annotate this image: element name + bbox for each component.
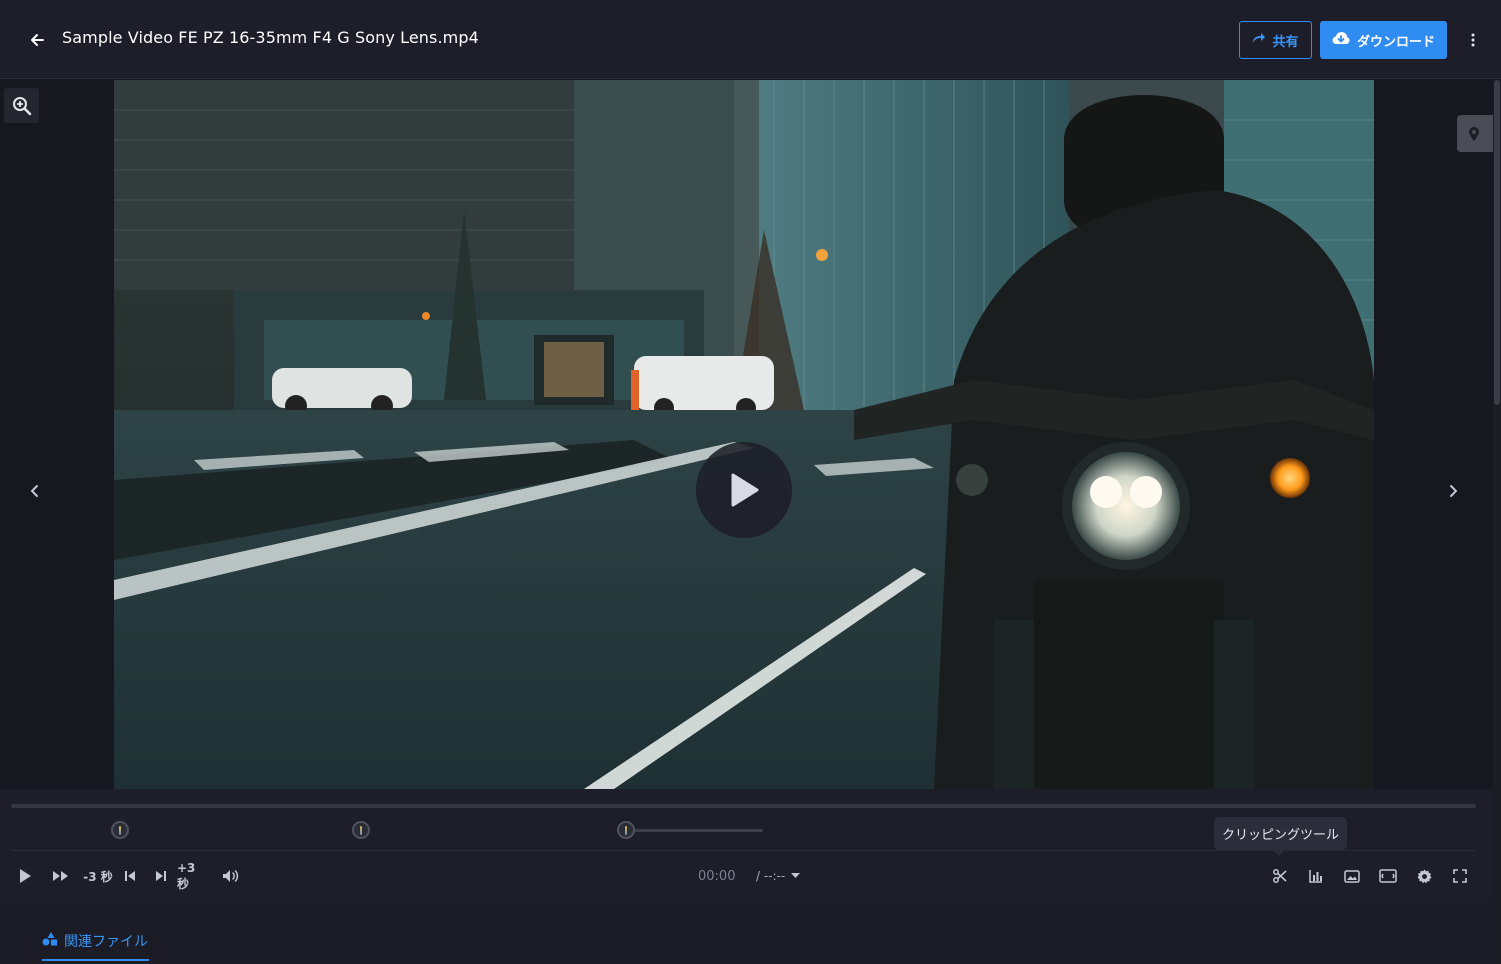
clipping-tool-tooltip: クリッピングツール <box>1214 817 1347 856</box>
chevron-right-icon[interactable] <box>1444 480 1462 502</box>
current-time: 00:00 <box>698 869 736 884</box>
image-icon <box>1344 869 1360 883</box>
time-display-toggle[interactable]: / --:-- <box>756 869 801 883</box>
controls-divider <box>11 850 1476 851</box>
download-label: ダウンロード <box>1356 34 1435 50</box>
seek-bar[interactable] <box>11 804 1476 808</box>
fullscreen-icon <box>1453 869 1467 883</box>
skip-previous-button[interactable] <box>122 866 138 886</box>
settings-icon <box>1416 868 1432 883</box>
thumbnail-marker[interactable] <box>111 821 129 839</box>
thumbnail-marker[interactable] <box>352 821 370 839</box>
big-play-button[interactable] <box>696 442 792 538</box>
fast-forward-icon <box>53 871 68 881</box>
tab-related-files[interactable]: 関連ファイル <box>42 931 149 961</box>
skip-forward-3s-button[interactable]: +3 秒 <box>177 861 211 891</box>
share-button[interactable]: 共有 <box>1239 21 1312 59</box>
bottom-panel: 関連ファイル <box>0 898 1493 964</box>
clipping-tool-button[interactable] <box>1271 866 1289 886</box>
play-icon <box>20 869 31 883</box>
volume-icon <box>223 870 239 882</box>
aspect-ratio-icon <box>1379 869 1397 883</box>
snapshot-button[interactable] <box>1342 866 1362 886</box>
player-controls: クリッピングツール -3 秒 +3 秒 00:00 / --:-- <box>0 789 1493 898</box>
skip-next-button[interactable] <box>153 866 169 886</box>
cloud-download-icon <box>1332 31 1350 49</box>
play-button[interactable] <box>16 866 34 886</box>
total-time: / --:-- <box>756 869 786 883</box>
fast-forward-button[interactable] <box>51 866 71 886</box>
caret-down-icon <box>791 873 801 878</box>
tab-related-files-label: 関連ファイル <box>64 934 148 950</box>
skip-previous-icon <box>125 871 135 881</box>
chevron-left-icon[interactable] <box>26 480 44 502</box>
top-bar: Sample Video FE PZ 16-35mm F4 G Sony Len… <box>0 0 1501 79</box>
download-button[interactable]: ダウンロード <box>1320 21 1447 59</box>
skip-next-icon <box>156 871 166 881</box>
skip-back-3s-button[interactable]: -3 秒 <box>82 866 114 886</box>
share-label: 共有 <box>1272 34 1299 50</box>
clip-range-bar[interactable] <box>634 829 763 832</box>
back-arrow-icon[interactable] <box>26 29 48 51</box>
volume-button[interactable] <box>221 866 241 886</box>
file-title: Sample Video FE PZ 16-35mm F4 G Sony Len… <box>62 28 479 47</box>
chart-icon <box>1309 870 1322 883</box>
page-scrollbar-thumb[interactable] <box>1494 80 1500 405</box>
scissors-icon <box>1273 869 1287 883</box>
aspect-ratio-button[interactable] <box>1377 866 1399 886</box>
more-vertical-icon[interactable] <box>1463 28 1483 52</box>
video-still-image <box>114 80 1374 789</box>
share-icon <box>1252 32 1266 48</box>
chart-button[interactable] <box>1307 866 1325 886</box>
video-frame[interactable] <box>114 80 1374 789</box>
fullscreen-button[interactable] <box>1450 866 1470 886</box>
shapes-icon <box>42 932 57 946</box>
play-icon <box>731 473 759 507</box>
media-viewer <box>0 80 1501 789</box>
thumbnail-marker[interactable] <box>617 821 635 839</box>
settings-button[interactable] <box>1414 866 1434 886</box>
zoom-in-icon[interactable] <box>4 88 39 123</box>
